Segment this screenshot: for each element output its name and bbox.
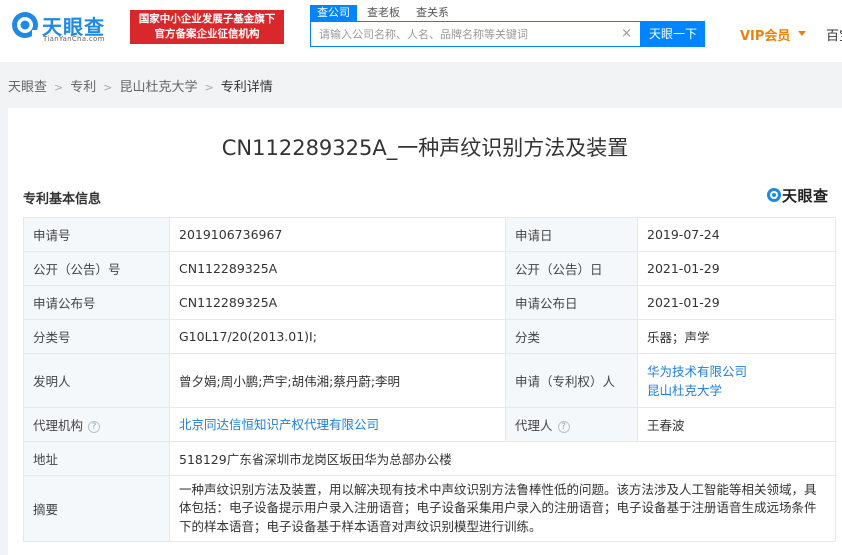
applicant-label: 申请（专利权）人: [505, 353, 638, 408]
breadcrumb-patent[interactable]: 专利: [70, 80, 96, 95]
banner-line-1: 国家中小企业发展子基金旗下: [138, 13, 276, 25]
application-number-value: 2019106736967: [169, 217, 506, 252]
chevron-right-icon: >: [54, 81, 64, 94]
abstract-label: 摘要: [23, 475, 170, 542]
section-title: 专利基本信息: [23, 192, 102, 207]
breadcrumb: 天眼查 > 专利 > 昆山杜克大学 > 专利详情: [8, 76, 273, 95]
abstract-text: 一种声纹识别方法及装置，用以解决现有技术中声纹识别方法鲁棒性低的问题。该方法涉及…: [179, 481, 817, 534]
eye-logo-icon: [767, 188, 781, 202]
breadcrumb-company[interactable]: 昆山杜克大学: [119, 80, 197, 95]
table-row: 地址 518129广东省深圳市龙岗区坂田华为总部办公楼: [23, 441, 836, 476]
applicant-link-huawei[interactable]: 华为技术有限公司: [647, 362, 826, 381]
address-label: 地址: [23, 441, 170, 476]
agent-value: 王春波: [637, 407, 836, 442]
search-input[interactable]: [311, 22, 621, 46]
agency-value: 北京同达信恒知识产权代理有限公司: [169, 407, 506, 442]
tianyancha-logo[interactable]: 天眼查 TianYanCha.com: [10, 10, 122, 44]
publication-number-label: 公开（公告）号: [23, 251, 170, 286]
app-pub-date-label: 申请公布日: [505, 285, 638, 320]
category-label: 分类: [505, 319, 638, 354]
agency-label: 代理机构?: [23, 407, 170, 442]
application-date-label: 申请日: [505, 217, 638, 252]
address-value: 518129广东省深圳市龙岗区坂田华为总部办公楼: [169, 441, 836, 476]
application-date-value: 2019-07-24: [637, 217, 836, 252]
chevron-right-icon: >: [103, 81, 113, 94]
applicant-value: 华为技术有限公司 昆山杜克大学: [637, 353, 836, 408]
table-row: 申请公布号 CN112289325A 申请公布日 2021-01-29: [23, 285, 836, 320]
table-row: 公开（公告）号 CN112289325A 公开（公告）日 2021-01-29: [23, 251, 836, 286]
logo-domain: TianYanCha.com: [43, 35, 105, 43]
watermark-text: 天眼查: [782, 187, 829, 205]
table-row: 分类号 G10L17/20(2013.01)I; 分类 乐器；声学: [23, 319, 836, 354]
publication-date-value: 2021-01-29: [637, 251, 836, 286]
baike-link[interactable]: 百宝: [826, 25, 842, 44]
agency-label-text: 代理机构: [33, 418, 84, 433]
tab-search-company[interactable]: 查公司: [310, 5, 357, 21]
publication-date-label: 公开（公告）日: [505, 251, 638, 286]
inventor-value: 曾夕娟;周小鹏;芦宇;胡伟湘;蔡丹蔚;李明: [169, 353, 506, 408]
abstract-value: 一种声纹识别方法及装置，用以解决现有技术中声纹识别方法鲁棒性低的问题。该方法涉及…: [169, 475, 836, 542]
chevron-right-icon: >: [204, 81, 214, 94]
classification-number-value: G10L17/20(2013.01)I;: [169, 319, 506, 354]
tab-search-relation[interactable]: 查关系: [416, 5, 449, 21]
inventor-label: 发明人: [23, 353, 170, 408]
app-pub-date-value: 2021-01-29: [637, 285, 836, 320]
eye-logo-icon: [12, 12, 39, 38]
help-icon[interactable]: ?: [88, 420, 101, 433]
table-row: 摘要 一种声纹识别方法及装置，用以解决现有技术中声纹识别方法鲁棒性低的问题。该方…: [23, 475, 836, 542]
search-box: ×: [310, 21, 641, 47]
table-row: 申请号 2019106736967 申请日 2019-07-24: [23, 217, 836, 252]
help-icon[interactable]: ?: [557, 420, 570, 433]
table-row: 代理机构? 北京同达信恒知识产权代理有限公司 代理人? 王春波: [23, 407, 836, 442]
tab-search-boss[interactable]: 查老板: [367, 5, 400, 21]
breadcrumb-current: 专利详情: [220, 80, 273, 95]
agent-label: 代理人?: [505, 407, 638, 442]
agent-label-text: 代理人: [515, 418, 553, 433]
category-value: 乐器；声学: [637, 319, 836, 354]
table-row: 发明人 曾夕娟;周小鹏;芦宇;胡伟湘;蔡丹蔚;李明 申请（专利权）人 华为技术有…: [23, 353, 836, 408]
top-header: 天眼查 TianYanCha.com 国家中小企业发展子基金旗下 官方备案企业征…: [0, 0, 842, 62]
vip-member-link[interactable]: VIP会员: [740, 25, 790, 44]
publication-number-value: CN112289325A: [169, 251, 506, 286]
search-button[interactable]: 天眼一下: [641, 21, 705, 47]
patent-info-table: 申请号 2019106736967 申请日 2019-07-24 公开（公告）号…: [23, 217, 836, 542]
classification-number-label: 分类号: [23, 319, 170, 354]
tianyancha-watermark: 天眼查: [766, 185, 836, 205]
application-number-label: 申请号: [23, 217, 170, 252]
applicant-link-dku[interactable]: 昆山杜克大学: [647, 381, 826, 400]
app-pub-number-value: CN112289325A: [169, 285, 506, 320]
app-pub-number-label: 申请公布号: [23, 285, 170, 320]
banner-line-2: 官方备案企业征信机构: [154, 28, 260, 40]
agency-link[interactable]: 北京同达信恒知识产权代理有限公司: [179, 415, 496, 434]
official-banner[interactable]: 国家中小企业发展子基金旗下 官方备案企业征信机构: [130, 10, 284, 44]
breadcrumb-home[interactable]: 天眼查: [8, 80, 47, 95]
chevron-down-icon[interactable]: [798, 31, 806, 36]
clear-icon[interactable]: ×: [621, 26, 632, 42]
patent-detail-card: CN112289325A_一种声纹识别方法及装置 专利基本信息 天眼查 申请号 …: [8, 108, 842, 555]
patent-title: CN112289325A_一种声纹识别方法及装置: [221, 136, 629, 160]
